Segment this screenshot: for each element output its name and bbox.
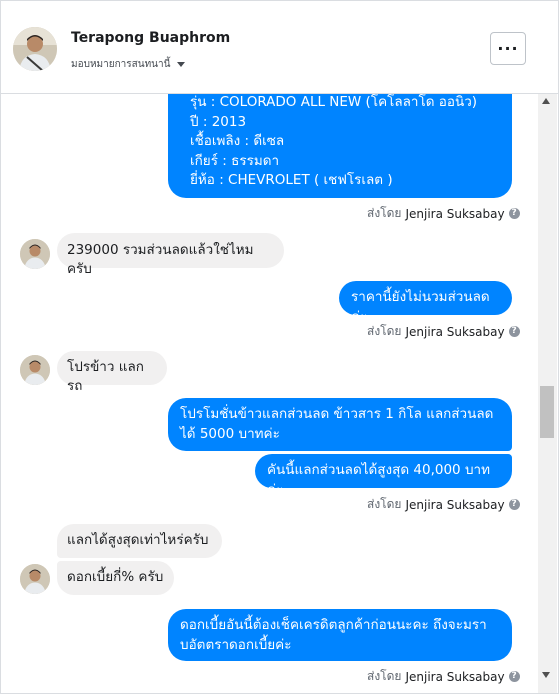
scroll-up-arrow-icon[interactable] — [542, 98, 550, 104]
conversation-header: Terapong Buaphrom มอบหมายการสนทนานี้ ··· — [1, 1, 558, 94]
contact-avatar-small — [20, 564, 50, 594]
contact-avatar-small — [20, 355, 50, 385]
car-model-line: รุ่น : COLORADO ALL NEW (โคโลลาโด ออนิว) — [190, 94, 478, 110]
agent-name: Jenjira Suksabay — [405, 206, 505, 221]
scroll-down-arrow-icon[interactable] — [542, 672, 550, 678]
message-thread: รุ่น : COLORADO ALL NEW (โคโลลาโด ออนิว)… — [1, 94, 538, 693]
caret-down-icon — [177, 62, 186, 67]
sent-by-label: ส่งโดย Jenjira Suksabay ? — [367, 322, 520, 341]
outgoing-message: ราคานี้ยังไม่นวมส่วนลดค่ะ — [339, 281, 512, 325]
contact-avatar-small — [20, 239, 50, 269]
conversation-panel: Terapong Buaphrom มอบหมายการสนทนานี้ ···… — [0, 0, 559, 694]
info-icon[interactable]: ? — [508, 326, 520, 337]
incoming-message: ดอกเบี้ยกี่% ครับ — [57, 561, 174, 595]
info-icon[interactable]: ? — [508, 499, 520, 510]
outgoing-message: คันนี้แลกส่วนลดได้สูงสุด 40,000 บาทค่ะ — [255, 454, 512, 498]
car-gear-line: เกียร์ : ธรรมดา — [190, 152, 280, 169]
agent-name: Jenjira Suksabay — [405, 497, 505, 512]
incoming-message: โปรข้าว แลกรถ — [57, 351, 167, 394]
info-icon[interactable]: ? — [508, 671, 520, 682]
incoming-message: แลกได้สูงสุดเท่าไหร่ครับ — [57, 524, 222, 558]
assign-conversation-dropdown[interactable]: มอบหมายการสนทนานี้ — [71, 57, 186, 72]
contact-avatar[interactable] — [13, 27, 57, 71]
car-year-line: ปี : 2013 — [190, 113, 247, 130]
sent-by-label: ส่งโดย Jenjira Suksabay ? — [367, 495, 520, 514]
car-brand-line: ยี่ห้อ : CHEVROLET ( เชฟโรเลต ) — [190, 172, 393, 188]
more-options-button[interactable]: ··· — [490, 32, 526, 65]
outgoing-message-car-info: รุ่น : COLORADO ALL NEW (โคโลลาโด ออนิว)… — [168, 94, 512, 198]
agent-name: Jenjira Suksabay — [405, 324, 505, 339]
assign-label: มอบหมายการสนทนานี้ — [71, 59, 171, 70]
sent-by-label: ส่งโดย Jenjira Suksabay ? — [367, 667, 520, 686]
contact-name[interactable]: Terapong Buaphrom — [71, 30, 230, 46]
incoming-message: 239000 รวมส่วนลดแล้วใช่ไหมครับ — [57, 233, 284, 277]
scrollbar-thumb[interactable] — [540, 386, 554, 438]
outgoing-message: ดอกเบี้ยอันนี้ต้องเช็คเครดิตลูกค้าก่อนนะ… — [168, 609, 512, 661]
outgoing-message: โปรโมชั่นข้าวแลกส่วนลด ข้าวสาร 1 กิโล แล… — [168, 398, 512, 451]
info-icon[interactable]: ? — [508, 208, 520, 219]
sent-by-label: ส่งโดย Jenjira Suksabay ? — [367, 204, 520, 223]
agent-name: Jenjira Suksabay — [405, 669, 505, 684]
car-fuel-line: เชื้อเพลิง : ดีเซล — [190, 133, 285, 149]
